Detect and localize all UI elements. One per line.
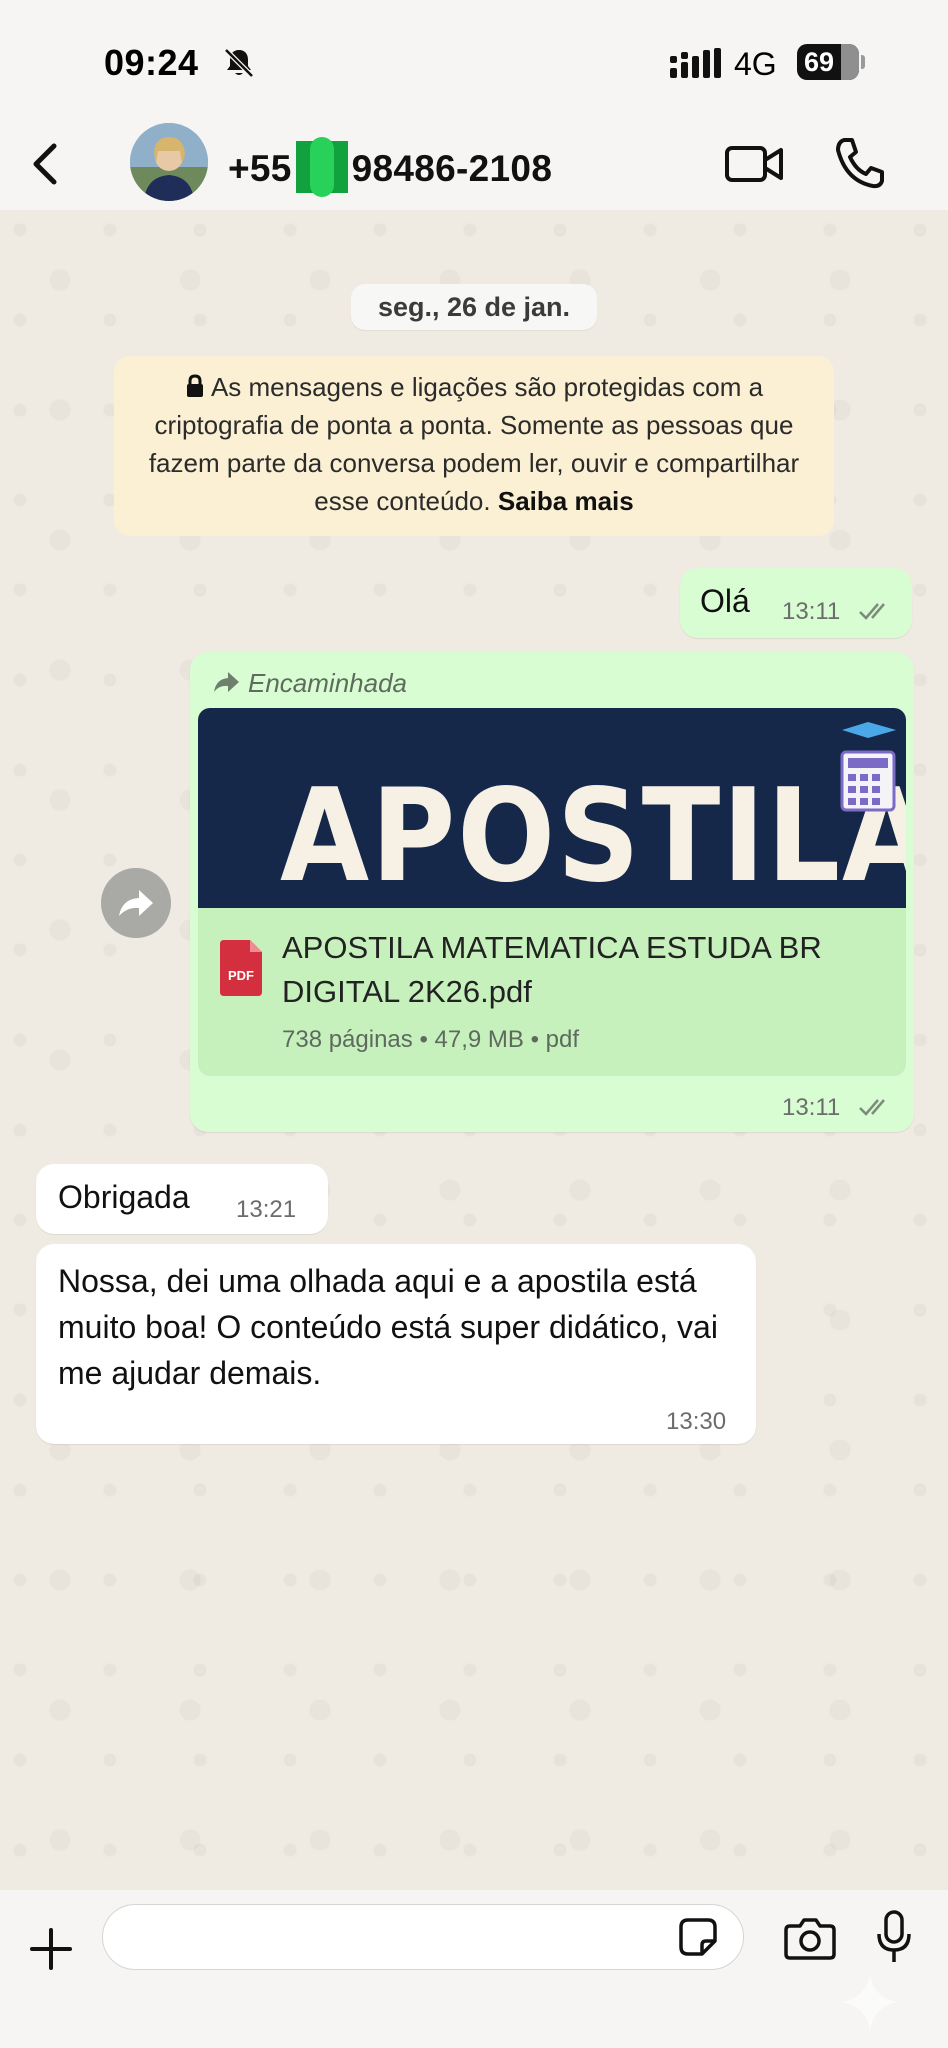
battery-tip <box>861 55 865 69</box>
message-text: Nossa, dei uma olhada aqui e a apostila … <box>58 1263 718 1391</box>
double-check-icon <box>859 603 885 620</box>
document-file-meta: 738 páginas • 47,9 MB • pdf <box>282 1026 579 1053</box>
forwarded-icon <box>214 672 239 692</box>
document-thumbnail[interactable]: APOSTILA <box>198 708 906 908</box>
pdf-file-icon: PDF <box>220 940 262 996</box>
back-icon[interactable] <box>22 136 72 192</box>
battery-level: 69 <box>803 47 835 77</box>
pdf-icon-label: PDF <box>228 968 254 983</box>
share-arrow-icon <box>119 890 153 916</box>
redaction-mark <box>295 137 348 197</box>
sparkle-icon <box>842 1974 898 2030</box>
learn-more-link[interactable]: Saiba mais <box>498 486 634 516</box>
input-bar <box>0 1890 948 2048</box>
avatar[interactable] <box>130 123 208 201</box>
message-text: Olá <box>700 583 750 619</box>
message-time: 13:11 <box>782 1094 841 1121</box>
forwarded-label: Encaminhada <box>248 668 407 698</box>
message-input[interactable] <box>102 1904 744 1970</box>
message-bubble-document[interactable]: Encaminhada APOSTILA PDF APOSTILA MATEMA… <box>190 652 914 1132</box>
message-time: 13:11 <box>782 598 841 625</box>
signal-icon <box>670 48 721 78</box>
network-label: 4G <box>734 46 777 82</box>
microphone-icon[interactable] <box>876 1910 912 1964</box>
lock-icon <box>186 374 203 397</box>
message-bubble-incoming[interactable]: Obrigada 13:21 <box>36 1164 328 1234</box>
forward-share-button[interactable] <box>101 868 171 938</box>
plus-icon[interactable] <box>28 1926 74 1972</box>
message-bubble-incoming[interactable]: Nossa, dei uma olhada aqui e a apostila … <box>36 1244 756 1444</box>
message-time: 13:21 <box>236 1196 297 1223</box>
video-call-icon[interactable] <box>724 136 786 192</box>
camera-icon[interactable] <box>784 1916 836 1960</box>
date-chip: seg., 26 de jan. <box>351 284 597 330</box>
status-bar: 09:24 4G 69 <box>0 0 948 120</box>
document-file-name: APOSTILA MATEMATICA ESTUDA BR DIGITAL 2K… <box>282 930 822 1009</box>
bell-muted-icon <box>224 48 254 78</box>
document-info[interactable]: PDF APOSTILA MATEMATICA ESTUDA BR DIGITA… <box>198 908 906 1076</box>
encryption-notice[interactable]: As mensagens e ligações são protegidas c… <box>114 356 834 536</box>
phone-icon[interactable] <box>830 134 886 192</box>
contact-phone-prefix: +55 <box>228 148 292 189</box>
message-text: Obrigada <box>58 1179 190 1215</box>
calculator-icon <box>840 722 896 812</box>
document-thumbnail-title: APOSTILA <box>280 762 906 908</box>
contact-phone-suffix: 98486-2108 <box>351 148 553 189</box>
chat-header: +55 98486-2108 <box>0 120 948 210</box>
chat-area[interactable]: seg., 26 de jan. As mensagens e ligações… <box>0 210 948 1890</box>
encryption-text: As mensagens e ligações são protegidas c… <box>148 372 800 516</box>
status-time: 09:24 <box>104 42 199 83</box>
contact-name[interactable]: +55 98486-2108 <box>228 137 553 197</box>
battery-icon: 69 <box>797 44 859 80</box>
message-bubble-outgoing[interactable]: Olá 13:11 <box>680 568 912 638</box>
message-time: 13:30 <box>666 1408 727 1435</box>
double-check-icon <box>859 1099 885 1116</box>
sticker-icon[interactable] <box>678 1917 718 1957</box>
